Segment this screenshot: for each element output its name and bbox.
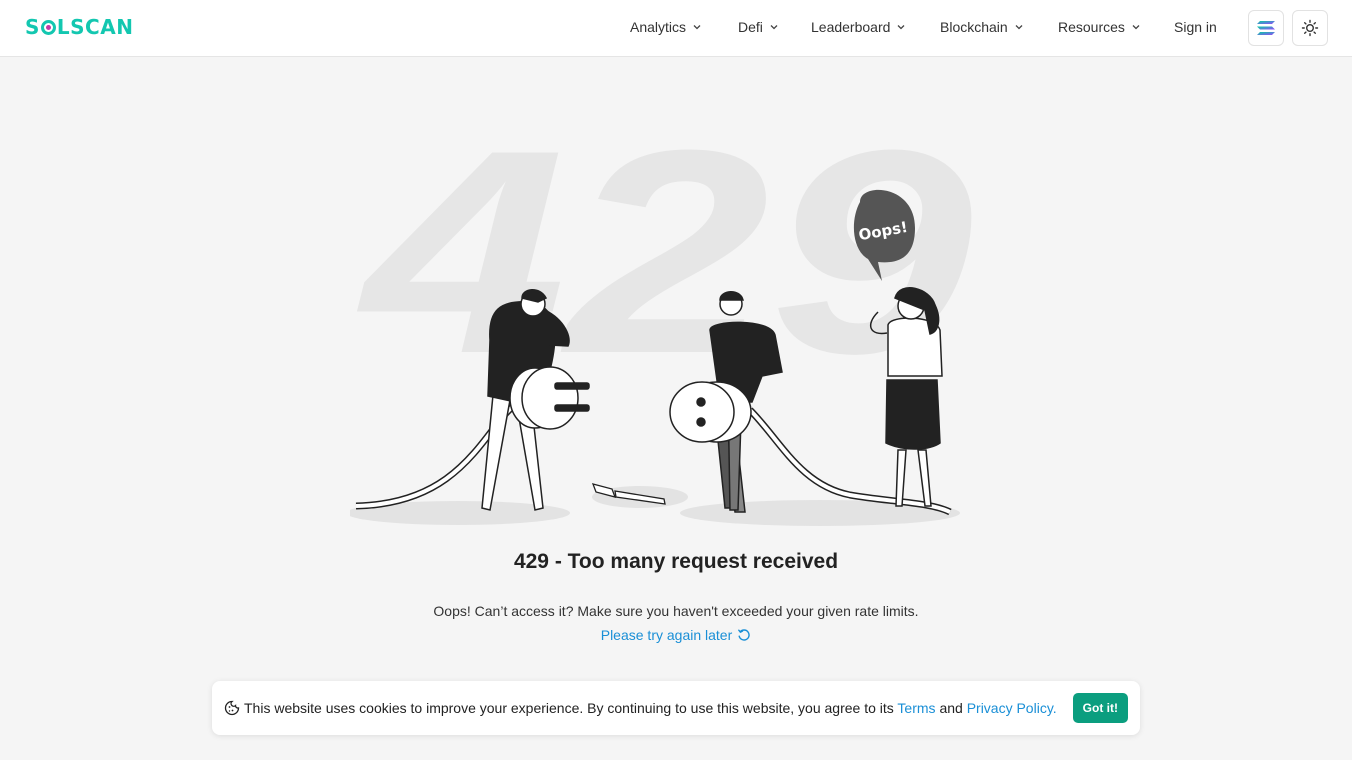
chevron-down-icon [1015, 25, 1023, 30]
cookie-message: This website uses cookies to improve you… [244, 700, 1057, 716]
nav-blockchain[interactable]: Blockchain [940, 19, 1024, 35]
solana-icon [1257, 21, 1275, 35]
cookie-text: This website uses cookies to improve you… [244, 700, 894, 716]
middle-socket [669, 381, 752, 443]
chevron-down-icon [897, 25, 905, 30]
sun-icon [1301, 19, 1319, 37]
nav-analytics[interactable]: Analytics [630, 19, 702, 35]
retry-link[interactable]: Please try again later [601, 627, 752, 643]
nav-defi-label: Defi [738, 19, 763, 35]
refresh-icon [738, 629, 751, 641]
nav-resources-label: Resources [1058, 19, 1125, 35]
nav-leaderboard-label: Leaderboard [811, 19, 891, 35]
nav-defi[interactable]: Defi [738, 19, 779, 35]
retry-link-label: Please try again later [600, 627, 733, 643]
sign-in-link[interactable]: Sign in [1174, 19, 1217, 35]
chevron-down-icon [693, 25, 701, 30]
privacy-period: . [1052, 700, 1057, 716]
cookie-and: and [939, 700, 963, 716]
network-selector-button[interactable] [1248, 10, 1284, 46]
privacy-policy-link[interactable]: Privacy Policy. [967, 700, 1057, 716]
nav-analytics-label: Analytics [630, 19, 687, 35]
cookie-icon [224, 700, 240, 716]
top-header: S LSCAN Analytics Defi Leaderboard Blockc… [0, 0, 1352, 57]
retry-link-row: Please try again later [0, 627, 1352, 643]
error-title: 429 - Too many request received [513, 550, 839, 573]
illustration-big-number: 429 [352, 140, 976, 414]
nav-resources[interactable]: Resources [1058, 19, 1141, 35]
chevron-down-icon [770, 25, 778, 30]
terms-link[interactable]: Terms [897, 700, 935, 716]
chevron-down-icon [1132, 25, 1140, 30]
cookie-banner: This website uses cookies to improve you… [212, 681, 1140, 735]
nav-leaderboard[interactable]: Leaderboard [811, 19, 906, 35]
sign-in-label: Sign in [1174, 19, 1217, 35]
accept-cookies-button[interactable]: Got it! [1072, 693, 1128, 723]
error-illustration: 429 Oops! [350, 140, 976, 526]
solscan-logo[interactable]: S LSCAN [25, 15, 133, 39]
nav-blockchain-label: Blockchain [940, 19, 1008, 35]
error-description: Oops! Can’t access it? Make sure you hav… [433, 603, 919, 619]
theme-toggle-button[interactable] [1292, 10, 1328, 46]
privacy-policy-label: Privacy Policy [966, 700, 1053, 716]
